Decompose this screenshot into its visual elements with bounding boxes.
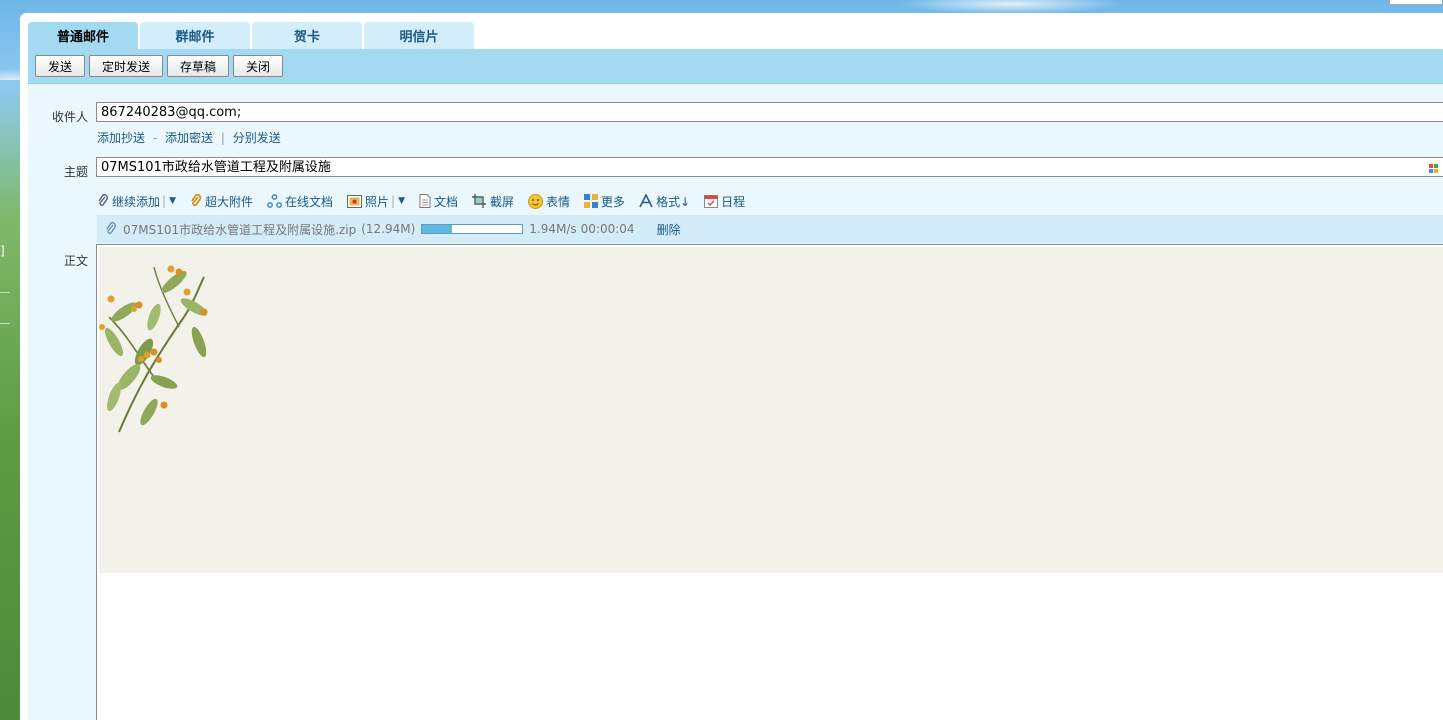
recipient-address[interactable]: 867240283@qq.com; xyxy=(101,105,241,120)
more-tools[interactable]: 更多 xyxy=(584,193,625,210)
upload-progress-fill xyxy=(422,225,453,233)
recipient-label: 收件人 xyxy=(51,110,88,124)
photo-icon xyxy=(347,194,363,208)
more-label: 更多 xyxy=(601,194,626,209)
online-document-label: 在线文档 xyxy=(285,194,334,209)
subject-input[interactable]: 07MS101市政给水管道工程及附属设施 xyxy=(96,157,1443,177)
big-paperclip-icon xyxy=(191,194,202,207)
continue-add-attachment[interactable]: 继续添加 | ▼ xyxy=(97,193,176,210)
dropdown-separator: | xyxy=(162,194,167,208)
big-attachment-label: 超大附件 xyxy=(204,194,253,209)
smiley-icon xyxy=(528,193,544,209)
background-divider xyxy=(0,323,10,324)
paperclip-icon xyxy=(98,194,108,206)
screenshot-tool[interactable]: 截屏 xyxy=(472,193,514,210)
font-format-icon xyxy=(639,194,653,208)
upload-eta: 00:00:04 xyxy=(580,222,635,236)
online-document[interactable]: 在线文档 xyxy=(267,193,333,210)
grid-icon xyxy=(584,194,599,208)
add-bcc-link[interactable]: 添加密送 xyxy=(165,131,213,145)
body-editor[interactable] xyxy=(96,244,1443,720)
background-glyph: ] xyxy=(0,244,5,258)
send-button[interactable]: 发送 xyxy=(35,55,86,77)
upload-filename: 07MS101市政给水管道工程及附属设施.zip xyxy=(123,222,357,237)
upload-speed: 1.94M/s xyxy=(529,222,577,236)
document-label: 文档 xyxy=(434,194,459,209)
document-icon xyxy=(419,194,431,208)
format-label: 格式↓ xyxy=(656,194,691,209)
link-separator: | xyxy=(220,131,225,145)
recipient-input[interactable]: 867240283@qq.com; xyxy=(96,102,1443,122)
compose-window: 普通邮件 群邮件 贺卡 明信片 发送 定时发送 存草稿 关闭 收件人 86724… xyxy=(20,13,1443,720)
top-right-search-box[interactable] xyxy=(1389,0,1443,5)
background-divider xyxy=(0,292,10,293)
subject-label: 主题 xyxy=(63,165,88,179)
screenshot-label: 截屏 xyxy=(490,194,515,209)
emoji-tool[interactable]: 表情 xyxy=(528,193,570,210)
body-label: 正文 xyxy=(63,254,88,268)
save-draft-button[interactable]: 存草稿 xyxy=(167,55,230,77)
compose-toolbar: 发送 定时发送 存草稿 关闭 xyxy=(28,49,1443,84)
scheduled-send-button[interactable]: 定时发送 xyxy=(89,55,164,77)
paperclip-icon xyxy=(106,222,116,234)
continue-add-label: 继续添加 xyxy=(112,194,161,209)
link-separator: - xyxy=(152,131,158,145)
schedule-tool[interactable]: 日程 xyxy=(704,193,745,210)
close-button[interactable]: 关闭 xyxy=(233,55,284,77)
upload-progress-row: 07MS101市政给水管道工程及附属设施.zip (12.94M) 1.94M/… xyxy=(97,215,1443,243)
chevron-down-icon[interactable]: ▼ xyxy=(169,196,176,206)
subject-text[interactable]: 07MS101市政给水管道工程及附属设施 xyxy=(101,160,331,175)
background-sidebar: ] xyxy=(0,0,20,720)
upload-progress-bar xyxy=(421,224,524,234)
chevron-down-icon[interactable]: ▼ xyxy=(398,196,405,206)
delete-attachment-link[interactable]: 删除 xyxy=(657,221,681,238)
color-grid-icon[interactable] xyxy=(1429,164,1438,173)
tab-greeting-card[interactable]: 贺卡 xyxy=(252,22,362,49)
address-options: 添加抄送 - 添加密送 | 分别发送 xyxy=(97,129,281,146)
screenshot-icon xyxy=(472,194,487,208)
big-attachment[interactable]: 超大附件 xyxy=(190,193,253,210)
tab-normal-mail[interactable]: 普通邮件 xyxy=(28,22,138,49)
compose-type-tabs: 普通邮件 群邮件 贺卡 明信片 xyxy=(28,22,476,49)
upload-filesize: (12.94M) xyxy=(361,222,416,236)
stationery-leaf-decoration xyxy=(99,265,208,433)
stationery-background xyxy=(99,247,1443,573)
tab-postcard[interactable]: 明信片 xyxy=(364,22,474,49)
add-cc-link[interactable]: 添加抄送 xyxy=(97,131,145,145)
tab-group-mail[interactable]: 群邮件 xyxy=(140,22,250,49)
attachment-toolbar: 继续添加 | ▼ 超大附件 在线文档 照片 | ▼ 文档 截屏 表情 更多 格式… xyxy=(97,192,759,210)
separate-send-link[interactable]: 分别发送 xyxy=(233,131,281,145)
photo-label: 照片 xyxy=(365,194,390,209)
calendar-icon xyxy=(704,195,719,208)
format-tool[interactable]: 格式↓ xyxy=(639,193,690,210)
emoji-label: 表情 xyxy=(546,194,571,209)
photo-attachment[interactable]: 照片 | ▼ xyxy=(347,193,405,210)
compose-form: 收件人 867240283@qq.com; 添加抄送 - 添加密送 | 分别发送… xyxy=(28,84,1443,720)
share-doc-icon xyxy=(267,194,282,208)
schedule-label: 日程 xyxy=(721,194,746,209)
document-attachment[interactable]: 文档 xyxy=(419,193,458,210)
dropdown-separator: | xyxy=(391,194,396,208)
